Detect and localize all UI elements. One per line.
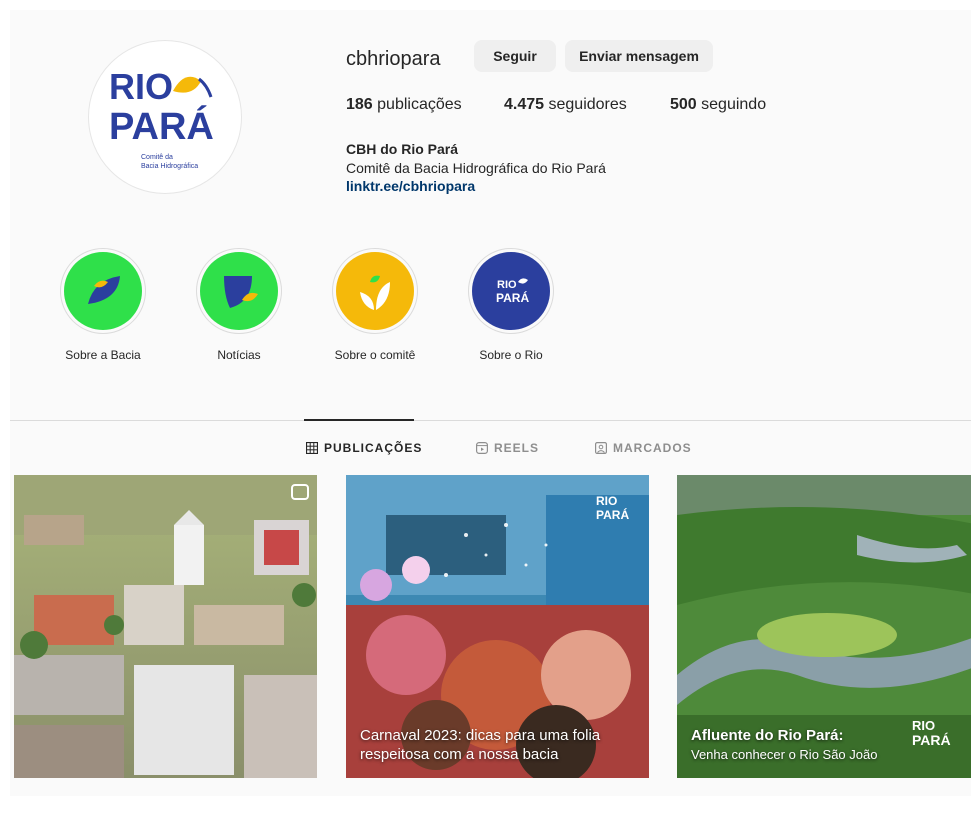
leaf-icon <box>88 276 120 304</box>
post-thumbnail[interactable]: RIO PARÁ Carnaval 2023: dicas para uma f… <box>346 475 649 778</box>
rio-para-logo: RIO PARÁ Comitê da Bacia Hidrográfica <box>109 66 214 170</box>
logo-line2: PARÁ <box>109 104 214 148</box>
highlight-sobre-o-comite[interactable]: Sobre o comitê <box>320 248 430 362</box>
follow-button[interactable]: Seguir <box>474 40 556 72</box>
tabs-divider <box>10 420 971 421</box>
posts-count-stat: 186 publicações <box>346 96 462 114</box>
tab-label: PUBLICAÇÕES <box>324 441 423 455</box>
leaf-yellow-shape <box>173 76 201 93</box>
profile-display-name: CBH do Rio Pará <box>346 141 459 157</box>
highlight-ring: RIO PARÁ <box>468 248 554 334</box>
followers-label: seguidores <box>548 96 627 113</box>
highlight-cover: RIO PARÁ <box>472 252 550 330</box>
post-caption: Afluente do Rio Pará: Venha conhecer o R… <box>691 726 877 764</box>
svg-text:RIO: RIO <box>912 718 935 733</box>
highlight-cover <box>200 252 278 330</box>
following-label: seguindo <box>701 96 767 113</box>
following-stat[interactable]: 500 seguindo <box>670 96 766 114</box>
grid-icon <box>306 442 318 454</box>
caption-line: Venha conhecer o Rio São João <box>691 747 878 762</box>
highlight-label: Sobre o comitê <box>334 348 416 362</box>
active-tab-indicator <box>304 419 414 421</box>
svg-text:PARÁ: PARÁ <box>912 732 951 748</box>
followers-stat[interactable]: 4.475 seguidores <box>504 96 627 114</box>
highlight-ring <box>60 248 146 334</box>
aerial-city-image <box>14 475 317 778</box>
leaf-icon <box>360 275 390 310</box>
followers-count: 4.475 <box>504 96 545 113</box>
logo-line1: RIO <box>109 66 173 107</box>
rio-para-logo-icon: RIO PARÁ <box>496 278 529 305</box>
tab-publicacoes[interactable]: PUBLICAÇÕES <box>306 441 422 455</box>
profile-username: cbhriopara <box>346 48 441 70</box>
posts-label: publicações <box>377 96 462 113</box>
tab-label: REELS <box>494 441 540 455</box>
profile-link[interactable]: linktr.ee/cbhriopara <box>346 178 475 194</box>
svg-text:RIO: RIO <box>596 494 617 508</box>
caption-line: respeitosa com a nossa bacia <box>360 746 559 763</box>
tagged-icon <box>595 442 607 454</box>
highlight-label: Notícias <box>217 348 261 362</box>
send-message-button[interactable]: Enviar mensagem <box>565 40 713 72</box>
highlight-cover <box>336 252 414 330</box>
post-caption: Carnaval 2023: dicas para uma folia resp… <box>360 726 600 764</box>
post-thumbnail[interactable] <box>14 475 317 778</box>
posts-count: 186 <box>346 96 373 113</box>
highlight-ring <box>196 248 282 334</box>
highlight-ring <box>332 248 418 334</box>
highlight-sobre-a-bacia[interactable]: Sobre a Bacia <box>48 248 158 362</box>
highlight-cover <box>64 252 142 330</box>
post-thumbnail[interactable]: RIO PARÁ Afluente do Rio Pará: Venha con… <box>677 475 971 778</box>
tab-label: MARCADOS <box>613 441 692 455</box>
highlight-sobre-o-rio[interactable]: RIO PARÁ Sobre o Rio <box>456 248 566 362</box>
caption-line: Carnaval 2023: dicas para uma folia <box>360 727 601 744</box>
following-count: 500 <box>670 96 697 113</box>
caption-line: Afluente do Rio Pará: <box>691 727 844 744</box>
tab-marcados[interactable]: MARCADOS <box>595 441 692 455</box>
logo-sub1: Comitê da <box>141 154 173 161</box>
reels-icon <box>476 442 488 454</box>
profile-avatar[interactable]: RIO PARÁ Comitê da Bacia Hidrográfica <box>88 40 242 194</box>
svg-text:RIO: RIO <box>497 279 517 291</box>
logo-sub2: Bacia Hidrográfica <box>141 163 198 170</box>
highlight-label: Sobre a Bacia <box>65 348 141 362</box>
profile-bio: Comitê da Bacia Hidrográfica do Rio Pará <box>346 160 606 176</box>
tab-reels[interactable]: REELS <box>476 441 539 455</box>
leaf-icon <box>224 276 258 308</box>
svg-text:PARÁ: PARÁ <box>496 290 529 305</box>
svg-text:PARÁ: PARÁ <box>596 507 629 522</box>
highlight-label: Sobre o Rio <box>479 348 543 362</box>
highlight-noticias[interactable]: Notícias <box>184 248 294 362</box>
